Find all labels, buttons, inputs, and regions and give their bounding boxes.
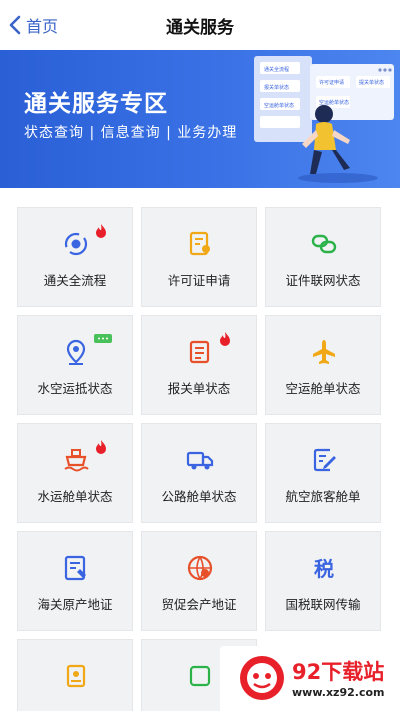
tile-water-manifest-status[interactable]: 水运舱单状态 — [17, 423, 133, 523]
banner-card-2: 报关单状态 — [264, 84, 289, 91]
partial-icon — [189, 665, 211, 687]
svg-text:税: 税 — [314, 557, 334, 581]
tile-air-manifest-status[interactable]: 空运舱单状态 — [265, 315, 381, 415]
tile-water-air-arrival-status[interactable]: 水空运抵状态 — [17, 315, 133, 415]
watermark-title: 92下载站 — [292, 660, 385, 684]
tile-label: 航空旅客舱单 — [285, 489, 361, 504]
banner-card-3: 空运舱单状态 — [264, 102, 294, 109]
tile-label: 国税联网传输 — [285, 597, 361, 612]
tile-customs-full-process[interactable]: 通关全流程 — [17, 207, 133, 307]
tile-label: 报关单状态 — [167, 381, 231, 396]
globe-certificate-icon — [187, 555, 213, 581]
tile-air-passenger-manifest[interactable]: 航空旅客舱单 — [265, 423, 381, 523]
tile-customs-origin-certificate[interactable]: 海关原产地证 — [17, 531, 133, 631]
truck-icon — [186, 451, 214, 470]
tile-label: 贸促会产地证 — [161, 597, 237, 612]
license-icon — [189, 231, 210, 256]
tile-label: 水运舱单状态 — [37, 489, 113, 504]
page-title: 通关服务 — [166, 18, 234, 38]
banner-card-1: 通关全流程 — [264, 66, 289, 73]
banner-subtitle: 状态查询 | 信息查询 | 业务办理 — [24, 125, 238, 141]
service-grid: 通关全流程 许可证申请 证件联网状态 水空运抵状态 报关单状态 空运舱单状态 水… — [17, 207, 381, 711]
tile-label: 许可证申请 — [167, 273, 231, 288]
tile-declaration-status[interactable]: 报关单状态 — [141, 315, 257, 415]
form-edit-icon — [313, 448, 336, 472]
tile-road-manifest-status[interactable]: 公路舱单状态 — [141, 423, 257, 523]
tile-label: 证件联网状态 — [285, 273, 361, 288]
ship-icon — [64, 449, 89, 472]
airplane-icon — [313, 340, 335, 364]
banner-title: 通关服务专区 — [24, 91, 168, 117]
chat-bubble-icon — [94, 334, 112, 343]
watermark-logo-icon — [240, 656, 284, 700]
nav-bar: 首页 通关服务 — [0, 0, 400, 50]
tile-ccpit-origin-certificate[interactable]: 贸促会产地证 — [141, 531, 257, 631]
badge-icon — [66, 664, 86, 688]
tile-tax-network-transfer[interactable]: 税 国税联网传输 — [265, 531, 381, 631]
banner-card-6: 空运舱单状态 — [319, 99, 349, 106]
document-icon — [189, 340, 210, 364]
link-icon — [311, 234, 337, 254]
tile-label: 水空运抵状态 — [37, 381, 113, 396]
tile-partial-1[interactable] — [17, 639, 133, 711]
hot-flame-icon — [96, 440, 106, 454]
certificate-icon — [64, 555, 86, 581]
tile-certificate-network-status[interactable]: 证件联网状态 — [265, 207, 381, 307]
site-watermark: 92下载站 www.xz92.com — [220, 646, 400, 711]
hot-flame-icon — [220, 332, 230, 346]
banner-card-5: 提关单状态 — [359, 79, 384, 86]
hot-flame-icon — [96, 224, 106, 238]
tile-label: 海关原产地证 — [37, 597, 113, 612]
location-icon — [66, 339, 86, 365]
banner-illustration: 通关全流程 报关单状态 空运舱单状态 许可证申请 提关单状态 空运舱单状态 — [254, 56, 394, 183]
service-grid-area: 通关全流程 许可证申请 证件联网状态 水空运抵状态 报关单状态 空运舱单状态 水… — [0, 188, 400, 711]
cycle-icon — [64, 232, 88, 256]
tile-label: 空运舱单状态 — [285, 381, 361, 396]
tile-label: 通关全流程 — [43, 273, 107, 288]
watermark-url: www.xz92.com — [292, 686, 385, 699]
tax-icon: 税 — [314, 557, 334, 581]
tile-license-application[interactable]: 许可证申请 — [141, 207, 257, 307]
promo-banner[interactable]: 通关服务专区 状态查询 | 信息查询 | 业务办理 通关全流程 报关单状态 空运… — [0, 50, 400, 188]
banner-card-4: 许可证申请 — [319, 79, 344, 86]
tile-label: 公路舱单状态 — [161, 489, 237, 504]
